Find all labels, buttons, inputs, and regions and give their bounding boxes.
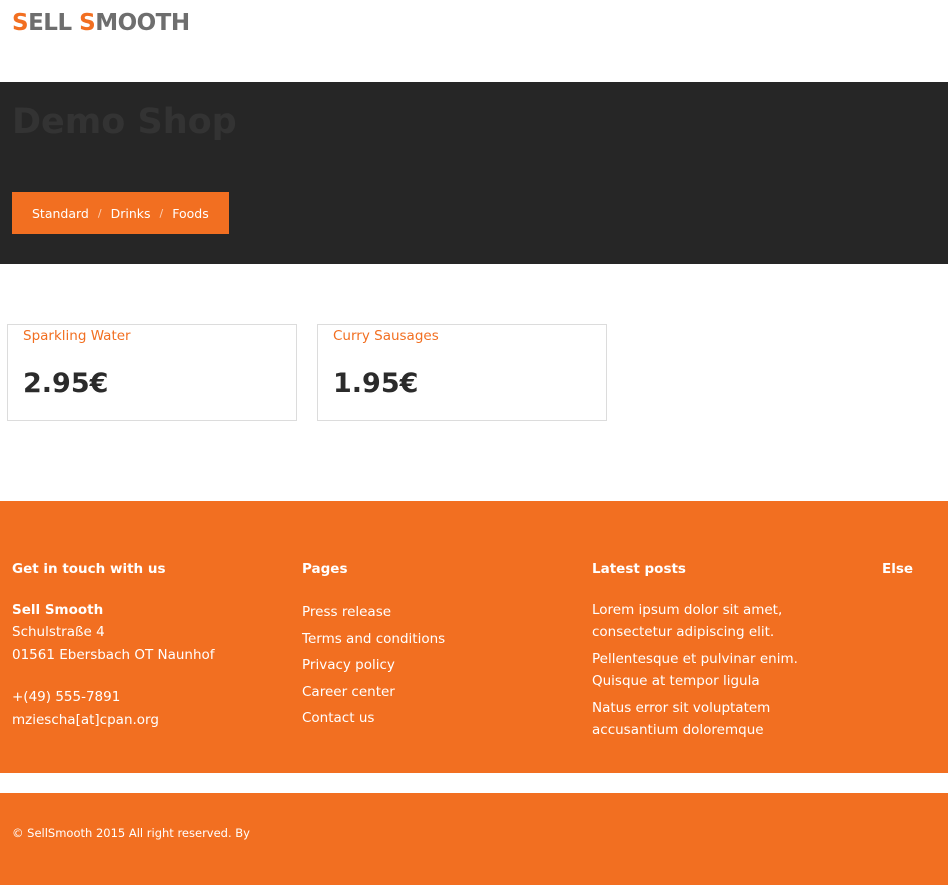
product-card[interactable]: Curry Sausages 1.95€ xyxy=(317,324,607,421)
footer-link-career[interactable]: Career center xyxy=(302,679,572,706)
footer-else-heading: Else xyxy=(882,561,914,577)
copyright-bar: © SellSmooth 2015 All right reserved. By xyxy=(0,793,948,885)
footer-contact-heading: Get in touch with us xyxy=(12,561,166,577)
copyright-text: © SellSmooth 2015 All right reserved. By xyxy=(12,826,250,840)
address-city: 01561 Ebersbach OT Naunhof xyxy=(12,646,215,663)
footer-posts-column: Latest posts Lorem ipsum dolor sit amet,… xyxy=(592,559,862,746)
company-name: Sell Smooth xyxy=(12,602,104,618)
footer-posts-heading: Latest posts xyxy=(592,561,686,577)
logo-initial-s-2: S xyxy=(79,10,96,36)
site-header: SELL SMOOTH xyxy=(0,0,948,82)
product-price: 1.95€ xyxy=(333,368,419,399)
site-logo[interactable]: SELL SMOOTH xyxy=(12,10,190,36)
page-title: Demo Shop xyxy=(12,102,237,142)
product-name[interactable]: Curry Sausages xyxy=(333,328,439,344)
site-footer: Get in touch with us Sell Smooth Schulst… xyxy=(0,501,948,773)
breadcrumb-separator: / xyxy=(97,206,102,220)
latest-post-link[interactable]: Natus error sit voluptatem accusantium d… xyxy=(592,697,854,741)
footer-link-terms[interactable]: Terms and conditions xyxy=(302,626,572,653)
hero-banner: Demo Shop Standard / Drinks / Foods xyxy=(0,82,948,264)
footer-link-press-release[interactable]: Press release xyxy=(302,599,572,626)
product-card[interactable]: Sparkling Water 2.95€ xyxy=(7,324,297,421)
latest-post-link[interactable]: Pellentesque et pulvinar enim. Quisque a… xyxy=(592,648,854,692)
footer-link-privacy[interactable]: Privacy policy xyxy=(302,652,572,679)
logo-text-ell: ELL xyxy=(28,10,80,36)
footer-link-contact[interactable]: Contact us xyxy=(302,705,572,732)
logo-initial-s: S xyxy=(12,10,29,36)
footer-pages-heading: Pages xyxy=(302,561,348,577)
logo-text-mooth: MOOTH xyxy=(95,10,190,36)
footer-else-column: Else xyxy=(882,559,942,599)
contact-phone: +(49) 555-7891 xyxy=(12,689,121,705)
contact-email: mziescha[at]cpan.org xyxy=(12,711,159,728)
footer-contact-column: Get in touch with us Sell Smooth Schulst… xyxy=(12,559,282,731)
breadcrumb-drinks[interactable]: Drinks xyxy=(111,206,151,221)
product-price: 2.95€ xyxy=(23,368,109,399)
footer-pages-column: Pages Press release Terms and conditions… xyxy=(302,559,572,732)
breadcrumb: Standard / Drinks / Foods xyxy=(12,192,229,234)
latest-post-link[interactable]: Lorem ipsum dolor sit amet, consectetur … xyxy=(592,599,854,643)
product-name[interactable]: Sparkling Water xyxy=(23,328,131,344)
breadcrumb-standard[interactable]: Standard xyxy=(32,206,89,221)
breadcrumb-foods[interactable]: Foods xyxy=(172,206,209,221)
breadcrumb-separator: / xyxy=(159,206,164,220)
address-street: Schulstraße 4 xyxy=(12,624,105,640)
